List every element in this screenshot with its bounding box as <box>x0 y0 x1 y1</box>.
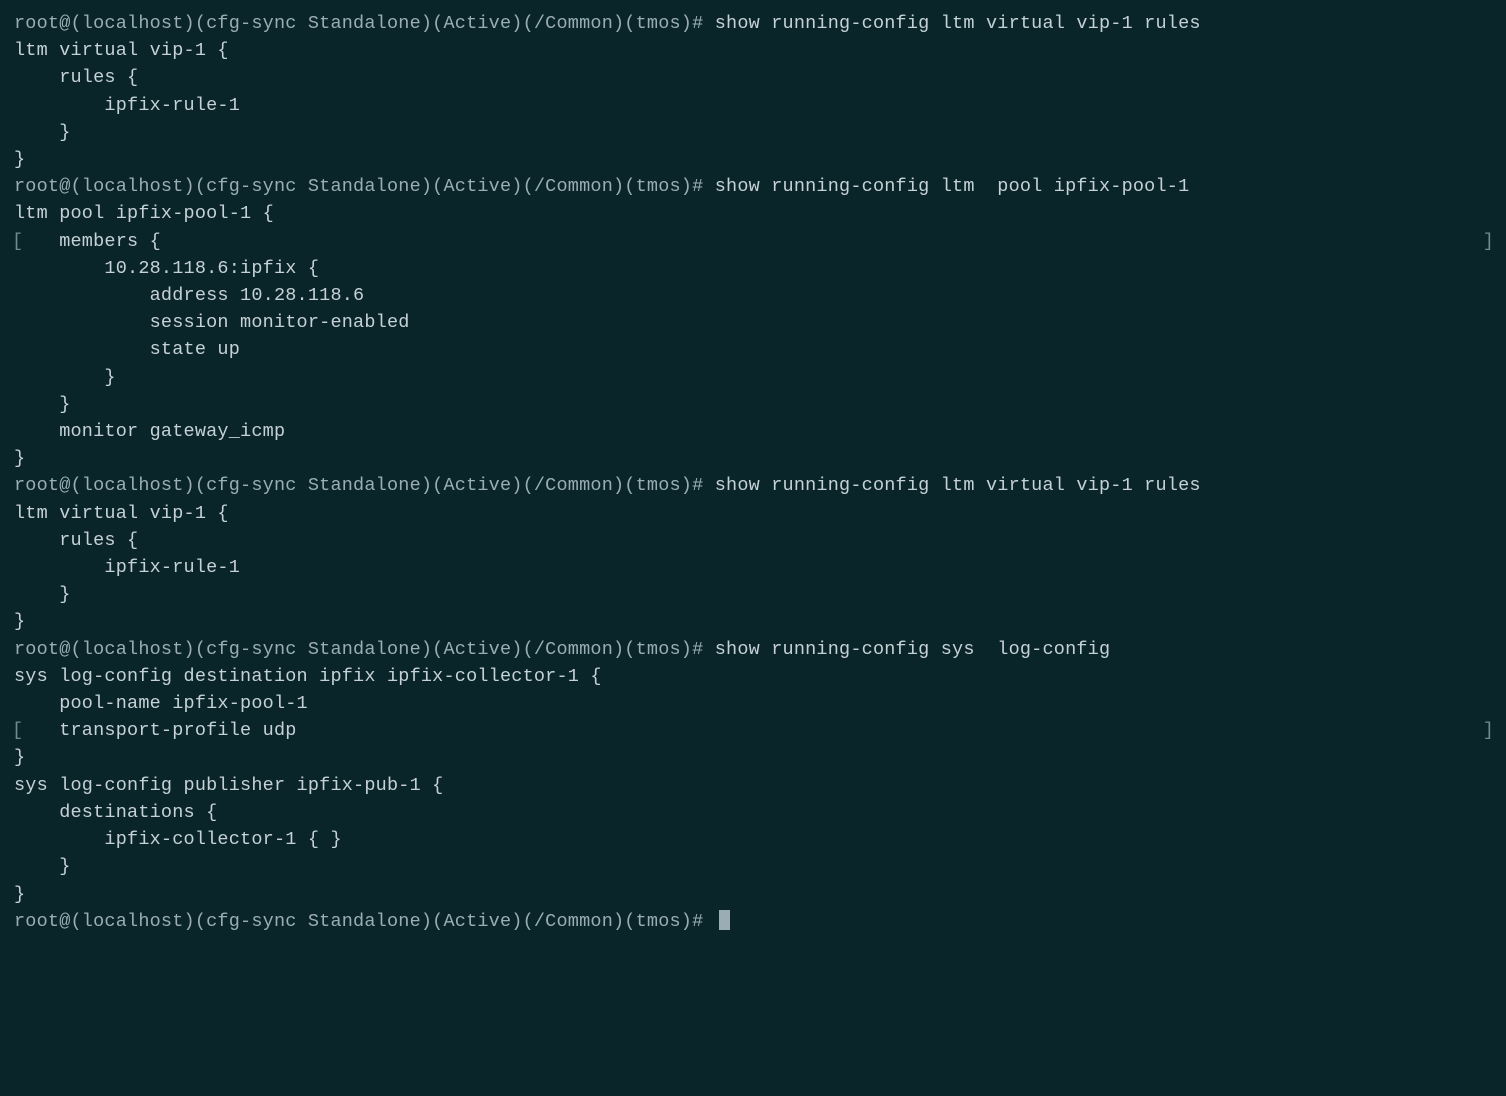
terminal-output-line: } <box>14 581 1492 608</box>
terminal-output-line: monitor gateway_icmp <box>14 418 1492 445</box>
terminal-output-line: session monitor-enabled <box>14 309 1492 336</box>
terminal-output-line: [ transport-profile udp] <box>14 717 1492 744</box>
shell-prompt: root@(localhost)(cfg-sync Standalone)(Ac… <box>14 13 715 34</box>
shell-command: show running-config sys log-config <box>715 639 1111 660</box>
scroll-marker-left: [ <box>12 228 23 255</box>
terminal-output-line: 10.28.118.6:ipfix { <box>14 255 1492 282</box>
terminal-output-line: } <box>14 391 1492 418</box>
terminal-output-line: } <box>14 608 1492 635</box>
terminal-output-line: sys log-config publisher ipfix-pub-1 { <box>14 772 1492 799</box>
terminal-output-line: } <box>14 744 1492 771</box>
terminal-command-line: root@(localhost)(cfg-sync Standalone)(Ac… <box>14 173 1492 200</box>
terminal-output-line: [ members {] <box>14 228 1492 255</box>
shell-command: show running-config ltm pool ipfix-pool-… <box>715 176 1190 197</box>
terminal-output-line: } <box>14 881 1492 908</box>
terminal-output-line: } <box>14 146 1492 173</box>
terminal-output-line: rules { <box>14 527 1492 554</box>
terminal-command-line: root@(localhost)(cfg-sync Standalone)(Ac… <box>14 10 1492 37</box>
terminal-output-line: } <box>14 853 1492 880</box>
terminal-output-line: destinations { <box>14 799 1492 826</box>
terminal-output-line: ipfix-rule-1 <box>14 554 1492 581</box>
shell-command: show running-config ltm virtual vip-1 ru… <box>715 475 1201 496</box>
terminal-output-line: } <box>14 119 1492 146</box>
terminal-command-line[interactable]: root@(localhost)(cfg-sync Standalone)(Ac… <box>14 908 1492 935</box>
shell-prompt: root@(localhost)(cfg-sync Standalone)(Ac… <box>14 911 715 932</box>
terminal-command-line: root@(localhost)(cfg-sync Standalone)(Ac… <box>14 636 1492 663</box>
terminal-window[interactable]: root@(localhost)(cfg-sync Standalone)(Ac… <box>14 10 1492 935</box>
shell-command: show running-config ltm virtual vip-1 ru… <box>715 13 1201 34</box>
terminal-output-line: ltm virtual vip-1 { <box>14 37 1492 64</box>
terminal-output-line: } <box>14 445 1492 472</box>
shell-prompt: root@(localhost)(cfg-sync Standalone)(Ac… <box>14 176 715 197</box>
terminal-command-line: root@(localhost)(cfg-sync Standalone)(Ac… <box>14 472 1492 499</box>
terminal-cursor <box>719 910 730 930</box>
terminal-output-line: ltm virtual vip-1 { <box>14 500 1492 527</box>
scroll-marker-right: ] <box>1483 717 1494 744</box>
terminal-output-text: transport-profile udp <box>14 720 297 741</box>
terminal-output-line: } <box>14 364 1492 391</box>
terminal-output-line: sys log-config destination ipfix ipfix-c… <box>14 663 1492 690</box>
shell-prompt: root@(localhost)(cfg-sync Standalone)(Ac… <box>14 639 715 660</box>
scroll-marker-left: [ <box>12 717 23 744</box>
terminal-output-line: address 10.28.118.6 <box>14 282 1492 309</box>
shell-prompt: root@(localhost)(cfg-sync Standalone)(Ac… <box>14 475 715 496</box>
terminal-output-line: ltm pool ipfix-pool-1 { <box>14 200 1492 227</box>
terminal-output-line: ipfix-collector-1 { } <box>14 826 1492 853</box>
terminal-output-line: ipfix-rule-1 <box>14 92 1492 119</box>
scroll-marker-right: ] <box>1483 228 1494 255</box>
terminal-output-line: rules { <box>14 64 1492 91</box>
terminal-output-line: state up <box>14 336 1492 363</box>
terminal-output-line: pool-name ipfix-pool-1 <box>14 690 1492 717</box>
terminal-output-text: members { <box>14 231 161 252</box>
